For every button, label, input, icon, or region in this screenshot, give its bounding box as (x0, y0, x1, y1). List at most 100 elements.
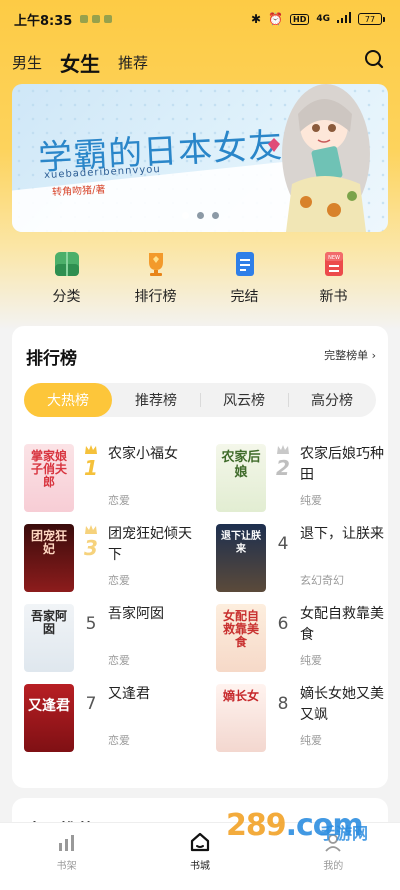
bottom-nav-bookshelf[interactable]: 书架 (27, 831, 107, 872)
nav-category[interactable]: 分类 (35, 250, 99, 314)
nav-finished-label: 完结 (230, 289, 259, 305)
tab-recommended[interactable]: 推荐榜 (112, 383, 200, 417)
tab-top-rated[interactable]: 高分榜 (288, 383, 376, 417)
crown-icon (277, 445, 289, 454)
status-right: ✱ ⏰ HD 4G 77 (250, 12, 385, 26)
book-cover: 农家后娘 (216, 444, 266, 512)
nav-ranking-label: 排行榜 (134, 289, 177, 305)
signal-icon (337, 12, 351, 26)
tab-hot[interactable]: 大热榜 (24, 383, 112, 417)
notification-icons (80, 15, 113, 23)
book-cover: 团宠狂妃 (24, 524, 74, 592)
rank-number: 2 (276, 456, 290, 480)
promo-banner[interactable]: 学霸的日本女友 xuebaderibennvyou 转角吻猪/著 (12, 84, 388, 232)
book-cover-title: 又逢君 (28, 698, 70, 714)
tab-recommend[interactable]: 推荐 (118, 52, 148, 73)
home-icon (190, 832, 210, 852)
bottom-nav-profile-label: 我的 (323, 861, 344, 872)
network-label: 4G (316, 14, 330, 24)
carousel-indicator (182, 212, 219, 219)
book-cover: 女配自救靠美食 (216, 604, 266, 672)
rank-number: 8 (277, 694, 289, 714)
book-cover: 退下让朕来 (216, 524, 266, 592)
tab-female[interactable]: 女生 (60, 48, 100, 77)
category-tabs: 男生 女生 推荐 (0, 44, 400, 80)
book-item[interactable]: 吾家阿囡 5 吾家阿囡 恋爱 (24, 604, 200, 672)
bottom-nav-bookstore[interactable]: 书城 (160, 831, 240, 872)
book-cover: 掌家娘子俏夫郎 (24, 444, 74, 512)
book-cover-title: 女配自救靠美食 (222, 609, 259, 649)
book-cover-title: 退下让朕来 (221, 531, 261, 555)
book-cover-title: 农家后娘 (221, 450, 261, 480)
book-cover-title: 掌家娘子俏夫郎 (30, 449, 67, 489)
book-genre: 恋爱 (108, 574, 130, 587)
book-title: 吾家阿囡 (108, 606, 164, 622)
book-genre: 玄幻奇幻 (300, 574, 344, 587)
full-ranking-link[interactable]: 完整榜单 › (324, 347, 376, 363)
banner-character-illustration (268, 84, 370, 232)
ranking-title: 排行榜 (26, 349, 77, 369)
bottom-nav-bookshelf-label: 书架 (56, 861, 77, 872)
battery-level: 77 (364, 14, 376, 24)
notification-icon (104, 15, 113, 23)
book-title: 女配自救靠美食 (300, 606, 384, 643)
bottom-nav-bookstore-label: 书城 (189, 861, 210, 872)
book-cover: 又逢君 (24, 684, 74, 752)
rank-number: 4 (277, 534, 289, 554)
book-item[interactable]: 团宠狂妃 3 团宠狂妃倾天下 恋爱 (24, 524, 200, 592)
search-icon[interactable] (362, 48, 386, 72)
book-item[interactable]: 嫡长女 8 嫡长女她又美又飒 纯爱 (216, 684, 392, 752)
book-title: 团宠狂妃倾天下 (108, 526, 192, 563)
status-bar: 上午8:35 ✱ ⏰ HD 4G 77 (0, 0, 400, 38)
tab-trending[interactable]: 风云榜 (200, 383, 288, 417)
rank-number: 3 (84, 536, 98, 560)
book-title: 农家小福女 (108, 446, 178, 462)
ranking-tabs: 大热榜 推荐榜 风云榜 高分榜 (24, 383, 376, 417)
banner-author: 转角吻猪/著 (51, 184, 106, 199)
rank-number: 1 (84, 456, 98, 480)
book-item[interactable]: 农家后娘 2 农家后娘巧种田 纯爱 (216, 444, 392, 512)
crown-icon (85, 525, 97, 534)
category-icon (54, 252, 79, 276)
hd-badge: HD (290, 13, 310, 25)
bookshelf-icon (58, 835, 74, 851)
quick-nav: 分类 排行榜 完结 NEW 新书 (0, 250, 400, 314)
new-book-icon: NEW (324, 252, 343, 276)
book-genre: 纯爱 (300, 734, 322, 747)
book-item[interactable]: 女配自救靠美食 6 女配自救靠美食 纯爱 (216, 604, 392, 672)
status-time: 上午8:35 (14, 13, 73, 29)
book-item[interactable]: 又逢君 7 又逢君 恋爱 (24, 684, 200, 752)
book-item[interactable]: 掌家娘子俏夫郎 1 农家小福女 恋爱 (24, 444, 200, 512)
book-genre: 恋爱 (108, 654, 130, 667)
notification-icon (92, 15, 101, 23)
watermark-subtitle: 手游网 (320, 824, 369, 843)
book-genre: 恋爱 (108, 494, 130, 507)
nav-new-books[interactable]: NEW 新书 (302, 250, 366, 314)
book-title: 又逢君 (108, 686, 150, 702)
book-genre: 恋爱 (108, 734, 130, 747)
notification-icon (80, 15, 89, 23)
svg-text:NEW: NEW (328, 255, 340, 261)
book-cover-title: 团宠狂妃 (30, 529, 67, 556)
ranking-card: 排行榜 完整榜单 › 大热榜 推荐榜 风云榜 高分榜 掌家娘子俏夫郎 1 农家小… (12, 326, 388, 788)
status-left: 上午8:35 (14, 10, 113, 29)
book-title: 退下，让朕来 (300, 526, 384, 542)
book-cover: 嫡长女 (216, 684, 266, 752)
carousel-dot[interactable] (182, 212, 189, 219)
crown-icon (85, 445, 97, 454)
rank-number: 5 (85, 614, 97, 634)
bluetooth-icon: ✱ (250, 12, 262, 26)
tab-male[interactable]: 男生 (12, 52, 42, 73)
nav-ranking[interactable]: 排行榜 (124, 250, 188, 314)
book-item[interactable]: 退下让朕来 4 退下，让朕来 玄幻奇幻 (216, 524, 392, 592)
nav-finished[interactable]: 完结 (213, 250, 277, 314)
alarm-icon: ⏰ (268, 12, 283, 26)
book-title: 农家后娘巧种田 (300, 446, 384, 483)
book-cover: 吾家阿囡 (24, 604, 74, 672)
book-genre: 纯爱 (300, 494, 322, 507)
book-genre: 纯爱 (300, 654, 322, 667)
carousel-dot[interactable] (212, 212, 219, 219)
rank-number: 6 (277, 614, 289, 634)
carousel-dot[interactable] (197, 212, 204, 219)
book-cover-title: 吾家阿囡 (30, 609, 67, 636)
